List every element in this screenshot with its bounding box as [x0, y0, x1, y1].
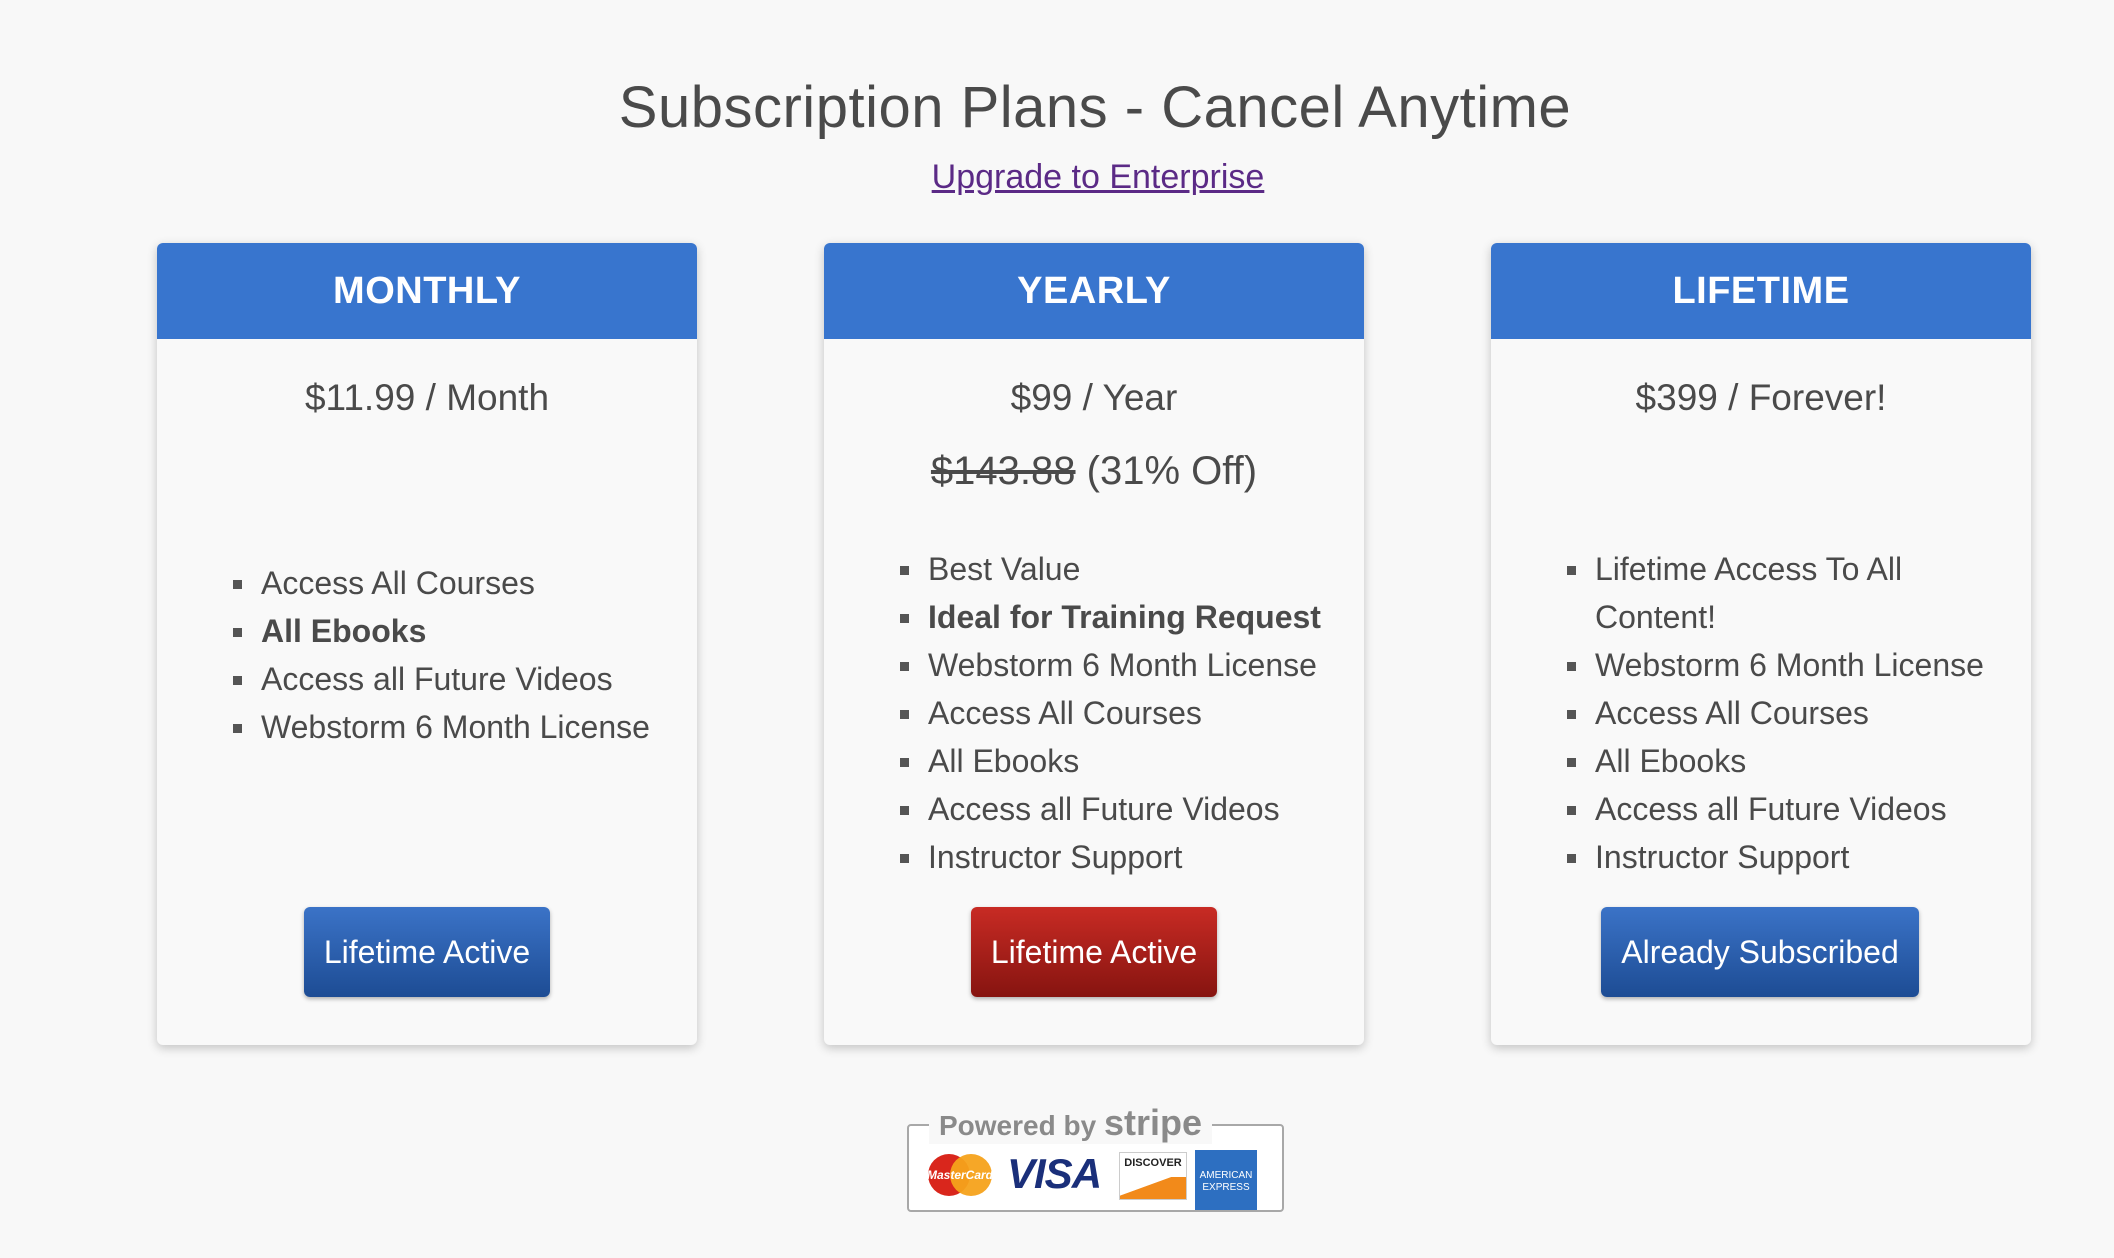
- mastercard-text: MasterCard: [927, 1168, 994, 1182]
- list-item: Best Value: [900, 545, 1344, 593]
- original-price: $143.88: [930, 449, 1076, 493]
- plan-name: LIFETIME: [1491, 243, 2031, 339]
- list-item: Instructor Support: [1567, 833, 2011, 881]
- discount-line: $143.88 (31% Off): [824, 449, 1364, 494]
- list-item: All Ebooks: [900, 737, 1344, 785]
- powered-by-text: Powered by: [939, 1110, 1104, 1141]
- monthly-lifetime-active-button[interactable]: Lifetime Active: [304, 907, 550, 997]
- list-item: Access all Future Videos: [900, 785, 1344, 833]
- plan-price: $399 / Forever!: [1635, 377, 1887, 418]
- yearly-lifetime-active-button[interactable]: Lifetime Active: [971, 907, 1217, 997]
- amex-text: AMERICAN EXPRESS: [1199, 1170, 1253, 1193]
- plan-name: MONTHLY: [157, 243, 697, 339]
- list-item: Access all Future Videos: [233, 655, 677, 703]
- plan-card-monthly: MONTHLY $11.99 / Month Access All Course…: [157, 243, 697, 1045]
- list-item: Webstorm 6 Month License: [1567, 641, 2011, 689]
- plan-card-lifetime: LIFETIME $399 / Forever! Lifetime Access…: [1491, 243, 2031, 1045]
- powered-by-stripe-badge: Powered by stripe MasterCard VISA DISCOV…: [907, 1102, 1284, 1212]
- list-item: Webstorm 6 Month License: [233, 703, 677, 751]
- list-item: Access all Future Videos: [1567, 785, 2011, 833]
- list-item: Access All Courses: [1567, 689, 2011, 737]
- list-item: Access All Courses: [233, 559, 677, 607]
- list-item: All Ebooks: [233, 607, 677, 655]
- discount-percent: (31% Off): [1075, 449, 1258, 493]
- plan-price: $99 / Year: [1010, 377, 1178, 418]
- plan-name: YEARLY: [824, 243, 1364, 339]
- list-item: Ideal for Training Request: [900, 593, 1344, 641]
- plan-card-yearly: YEARLY $99 / Year $143.88 (31% Off) Best…: [824, 243, 1364, 1045]
- plan-price: $11.99 / Month: [304, 377, 550, 418]
- discover-text: DISCOVER: [1124, 1157, 1182, 1169]
- already-subscribed-button[interactable]: Already Subscribed: [1601, 907, 1919, 997]
- amex-icon: AMERICAN EXPRESS: [1195, 1150, 1257, 1210]
- page-title: Subscription Plans - Cancel Anytime: [618, 75, 1572, 140]
- list-item: Instructor Support: [900, 833, 1344, 881]
- list-item: All Ebooks: [1567, 737, 2011, 785]
- feature-list: Access All Courses All Ebooks Access all…: [233, 559, 677, 751]
- feature-list: Lifetime Access To All Content! Webstorm…: [1567, 545, 2011, 881]
- list-item: Access All Courses: [900, 689, 1344, 737]
- accepted-cards: MasterCard VISA DISCOVER AMERICAN EXPRES…: [923, 1148, 1268, 1210]
- discover-icon: DISCOVER: [1119, 1152, 1187, 1200]
- feature-list: Best Value Ideal for Training Request We…: [900, 545, 1344, 881]
- discover-stripe: [1120, 1177, 1186, 1199]
- stripe-logo: stripe: [1103, 1102, 1202, 1143]
- pricing-page: Subscription Plans - Cancel Anytime Upgr…: [0, 0, 2114, 1258]
- mastercard-icon: MasterCard: [927, 1154, 994, 1196]
- powered-by-label: Powered by stripe: [929, 1102, 1212, 1144]
- visa-icon: VISA: [1007, 1150, 1102, 1197]
- upgrade-enterprise-link[interactable]: Upgrade to Enterprise: [0, 158, 2114, 197]
- list-item: Lifetime Access To All Content!: [1567, 545, 2011, 641]
- list-item: Webstorm 6 Month License: [900, 641, 1344, 689]
